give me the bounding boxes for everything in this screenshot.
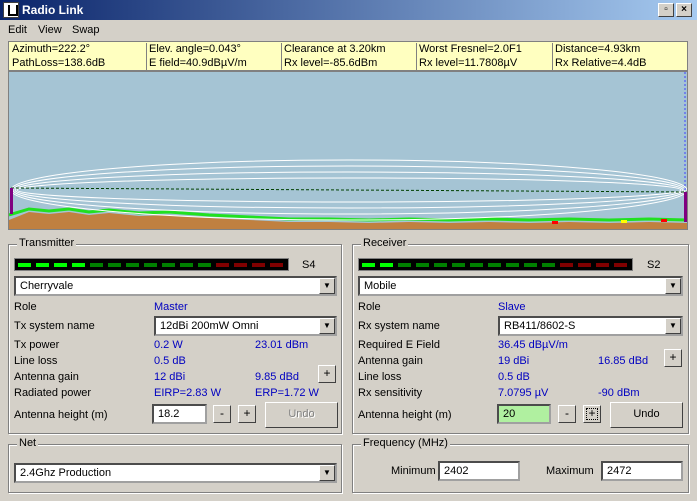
tx-gain-dbi: 12 dBi xyxy=(154,371,186,383)
tx-radiated-label: Radiated power xyxy=(14,387,92,399)
rx-gain-label: Antenna gain xyxy=(358,355,423,367)
rx-site-select[interactable]: Mobile ▼ xyxy=(358,276,683,296)
freq-min-input[interactable]: 2402 xyxy=(438,461,520,481)
efield-value: E field=40.9dBµV/m xyxy=(149,57,247,69)
rx-relative-value: Rx Relative=4.4dB xyxy=(555,57,647,69)
restore-icon[interactable]: ▫ xyxy=(658,3,674,17)
clearance-value: Clearance at 3.20km xyxy=(284,43,386,55)
rx-sens-dbm: -90 dBm xyxy=(598,387,640,399)
tx-undo-button[interactable]: Undo xyxy=(265,402,338,428)
tx-line-loss-value: 0.5 dB xyxy=(154,355,186,367)
tx-gain-dbd: 9.85 dBd xyxy=(255,371,300,383)
pathloss-value: PathLoss=138.6dB xyxy=(12,57,106,69)
chevron-down-icon[interactable]: ▼ xyxy=(665,318,681,334)
tx-eirp: EIRP=2.83 W xyxy=(154,387,221,399)
rx-gain-dbi: 19 dBi xyxy=(498,355,530,367)
rx-level-uv-value: Rx level=11.7808µV xyxy=(419,57,518,69)
rx-height-minus-button[interactable]: - xyxy=(558,405,576,423)
worst-fresnel-value: Worst Fresnel=2.0F1 xyxy=(419,43,522,55)
menu-edit[interactable]: Edit xyxy=(8,24,27,36)
net-legend: Net xyxy=(17,437,39,449)
tx-height-label: Antenna height (m) xyxy=(14,409,108,421)
freq-max-label: Maximum xyxy=(546,465,594,477)
tx-gain-label: Antenna gain xyxy=(14,371,79,383)
chevron-down-icon[interactable]: ▼ xyxy=(319,465,335,481)
profile-graphic xyxy=(9,72,687,229)
receiver-legend: Receiver xyxy=(361,237,409,249)
rx-signal-label: S2 xyxy=(647,259,661,271)
net-select[interactable]: 2.4Ghz Production ▼ xyxy=(14,463,337,483)
frequency-legend: Frequency (MHz) xyxy=(361,437,450,449)
rx-sens-label: Rx sensitivity xyxy=(358,387,423,399)
app-icon xyxy=(3,2,19,18)
tx-power-label: Tx power xyxy=(14,339,60,351)
title-bar: Radio Link ▫ × xyxy=(0,0,697,20)
chevron-down-icon[interactable]: ▼ xyxy=(319,278,335,294)
tx-system-select[interactable]: 12dBi 200mW Omni ▼ xyxy=(154,316,337,336)
rx-required-label: Required E Field xyxy=(358,339,440,351)
rx-gain-dbd: 16.85 dBd xyxy=(598,355,649,367)
tx-erp: ERP=1.72 W xyxy=(255,387,319,399)
tx-height-minus-button[interactable]: - xyxy=(213,405,231,423)
terrain-profile-view[interactable] xyxy=(8,71,688,230)
rx-line-loss-value: 0.5 dB xyxy=(498,371,530,383)
rx-level-dbm-value: Rx level=-85.6dBm xyxy=(284,57,378,69)
tx-site-select[interactable]: Cherryvale ▼ xyxy=(14,276,337,296)
transmitter-group: Transmitter S4 Cherryvale ▼ Role Master … xyxy=(8,237,342,434)
tx-signal-label: S4 xyxy=(302,259,316,271)
azimuth-value: Azimuth=222.2° xyxy=(12,43,91,55)
freq-min-label: Minimum xyxy=(391,465,436,477)
close-icon[interactable]: × xyxy=(676,3,692,17)
tx-system-label: Tx system name xyxy=(14,320,95,332)
tx-line-loss-label: Line loss xyxy=(14,355,58,367)
receiver-group: Receiver S2 Mobile ▼ Role Slave Rx syste… xyxy=(352,237,689,434)
frequency-group: Frequency (MHz) Minimum 2402 Maximum 247… xyxy=(352,437,689,493)
tx-height-plus-button[interactable]: + xyxy=(238,405,256,423)
menu-bar: Edit View Swap xyxy=(0,21,697,40)
tx-role-label: Role xyxy=(14,301,37,313)
rx-required-value: 36.45 dBµV/m xyxy=(498,339,568,351)
rx-undo-button[interactable]: Undo xyxy=(610,402,683,428)
rx-role-label: Role xyxy=(358,301,381,313)
tx-role-value: Master xyxy=(154,301,188,313)
rx-height-input[interactable]: 20 xyxy=(497,404,551,424)
rx-signal-meter xyxy=(358,258,633,271)
rx-system-label: Rx system name xyxy=(358,320,440,332)
menu-view[interactable]: View xyxy=(38,24,62,36)
chevron-down-icon[interactable]: ▼ xyxy=(665,278,681,294)
tx-height-input[interactable]: 18.2 xyxy=(152,404,207,424)
tx-power-w: 0.2 W xyxy=(154,339,183,351)
window-title: Radio Link xyxy=(22,3,84,17)
rx-line-loss-label: Line loss xyxy=(358,371,402,383)
tx-gain-plus-button[interactable]: + xyxy=(318,365,336,383)
transmitter-legend: Transmitter xyxy=(17,237,77,249)
menu-swap[interactable]: Swap xyxy=(72,24,100,36)
rx-height-label: Antenna height (m) xyxy=(358,409,452,421)
tx-power-dbm: 23.01 dBm xyxy=(255,339,309,351)
chevron-down-icon[interactable]: ▼ xyxy=(319,318,335,334)
link-info-panel: Azimuth=222.2° Elev. angle=0.043° Cleara… xyxy=(8,41,688,71)
tx-signal-meter xyxy=(14,258,289,271)
distance-value: Distance=4.93km xyxy=(555,43,641,55)
rx-role-value: Slave xyxy=(498,301,526,313)
elev-angle-value: Elev. angle=0.043° xyxy=(149,43,241,55)
rx-height-plus-button[interactable]: + xyxy=(583,405,601,423)
rx-gain-plus-button[interactable]: + xyxy=(664,349,682,367)
net-group: Net 2.4Ghz Production ▼ xyxy=(8,437,342,493)
rx-system-select[interactable]: RB411/8602-S ▼ xyxy=(498,316,683,336)
rx-sens-uv: 7.0795 µV xyxy=(498,387,549,399)
freq-max-input[interactable]: 2472 xyxy=(601,461,683,481)
